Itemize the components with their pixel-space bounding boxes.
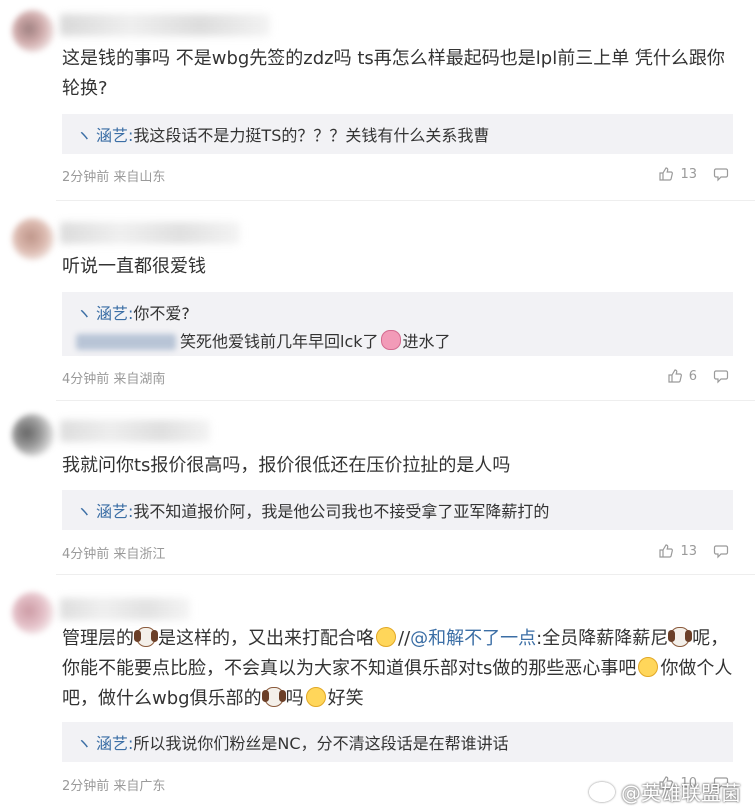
reply-indicator-icon: ヽ (76, 502, 93, 521)
dog-emoji-icon (134, 627, 158, 647)
like-count: 6 (688, 368, 697, 384)
reply-indicator-icon: ヽ (76, 734, 93, 753)
comment-meta: 4分钟前 来自湖南 (62, 372, 166, 387)
comment-actions: 13 (658, 166, 729, 182)
comment-meta: 2分钟前 来自广东 (62, 779, 166, 794)
reply-box[interactable]: ヽ涵艺:我不知道报价阿，我是他公司我也不接受拿了亚军降薪打的 (62, 490, 733, 530)
reply-text: 我不知道报价阿，我是他公司我也不接受拿了亚军降薪打的 (133, 502, 550, 521)
dog-emoji-icon (668, 627, 693, 647)
comment-item: 这是钱的事吗 不是wbg先签的zdz吗 ts再怎么样最起码也是lpl前三上单 凭… (0, 0, 755, 200)
username[interactable] (60, 598, 190, 620)
smile-emoji-icon (638, 657, 659, 677)
reply-text: 你不爱? (133, 304, 190, 323)
brain-emoji-icon (380, 330, 401, 350)
reply-text: 所以我说你们粉丝是NC，分不清这段话是在帮谁讲话 (133, 734, 509, 753)
reply-text-3: 进水了 (402, 332, 451, 351)
username[interactable] (60, 420, 210, 442)
avatar[interactable] (12, 592, 54, 634)
comment-actions: 13 (658, 543, 729, 559)
avatar[interactable] (12, 10, 54, 52)
comment-item: 听说一直都很爱钱 ヽ涵艺:你不爱? 笑死他爱钱前几年早回lck了 进水了 4分钟前… (0, 200, 755, 400)
avatar[interactable] (12, 218, 54, 260)
reply-box[interactable]: ヽ涵艺:我这段话不是力挺TS的？？？关钱有什么关系我曹 (62, 114, 733, 154)
reply-author[interactable]: 涵艺 (96, 126, 128, 145)
reply-box[interactable]: ヽ涵艺:所以我说你们粉丝是NC，分不清这段话是在帮谁讲话 (62, 722, 733, 762)
comment-meta: 2分钟前 来自山东 (62, 170, 166, 185)
comment-item: 我就问你ts报价很高吗，报价很低还在压价拉扯的是人吗 ヽ涵艺:我不知道报价阿，我… (0, 400, 755, 572)
comment-text: 我就问你ts报价很高吗，报价很低还在压价拉扯的是人吗 (62, 455, 511, 476)
reply-text: 我这段话不是力挺TS的？？？关钱有什么关系我曹 (133, 126, 490, 145)
watermark-text: @英雄联盟菌 (621, 781, 741, 805)
mention-link[interactable]: @和解不了一点 (410, 628, 536, 649)
like-button[interactable]: 13 (658, 166, 697, 182)
like-count: 13 (680, 543, 697, 559)
reply-comment-icon[interactable] (713, 543, 729, 559)
comment-text: 听说一直都很爱钱 (62, 256, 206, 277)
username[interactable] (60, 14, 270, 36)
username[interactable] (60, 222, 240, 244)
reply-text-2: 笑死他爱钱前几年早回lck了 (180, 332, 379, 351)
reply-indicator-icon: ヽ (76, 304, 93, 323)
blurred-username (76, 334, 176, 350)
like-button[interactable]: 6 (667, 368, 697, 384)
reply-author[interactable]: 涵艺 (96, 304, 128, 323)
comment-text: 管理层的 是这样的，又出来打配合咯//@和解不了一点:全员降薪降薪尼 呢，你能不能要… (62, 627, 733, 709)
comment-text: 这是钱的事吗 不是wbg先签的zdz吗 ts再怎么样最起码也是lpl前三上单 凭… (62, 48, 725, 99)
dog-emoji-icon (261, 687, 286, 707)
reply-author[interactable]: 涵艺 (96, 502, 128, 521)
comment-actions: 6 (667, 368, 729, 384)
thumbs-up-icon (667, 368, 683, 384)
watermark: @英雄联盟菌 (589, 777, 741, 806)
thumbs-up-icon (658, 543, 674, 559)
reply-box[interactable]: ヽ涵艺:你不爱? 笑死他爱钱前几年早回lck了 进水了 (62, 292, 733, 356)
laugh-emoji-icon (305, 687, 326, 707)
reply-comment-icon[interactable] (713, 166, 729, 182)
like-button[interactable]: 13 (658, 543, 697, 559)
like-count: 13 (680, 166, 697, 182)
weibo-logo-icon (589, 781, 615, 802)
comment-meta: 4分钟前 来自浙江 (62, 547, 166, 562)
reply-author[interactable]: 涵艺 (96, 734, 128, 753)
thumbs-up-icon (658, 166, 674, 182)
smile-emoji-icon (376, 627, 396, 647)
reply-indicator-icon: ヽ (76, 126, 93, 145)
reply-comment-icon[interactable] (713, 368, 729, 384)
avatar[interactable] (12, 414, 54, 456)
